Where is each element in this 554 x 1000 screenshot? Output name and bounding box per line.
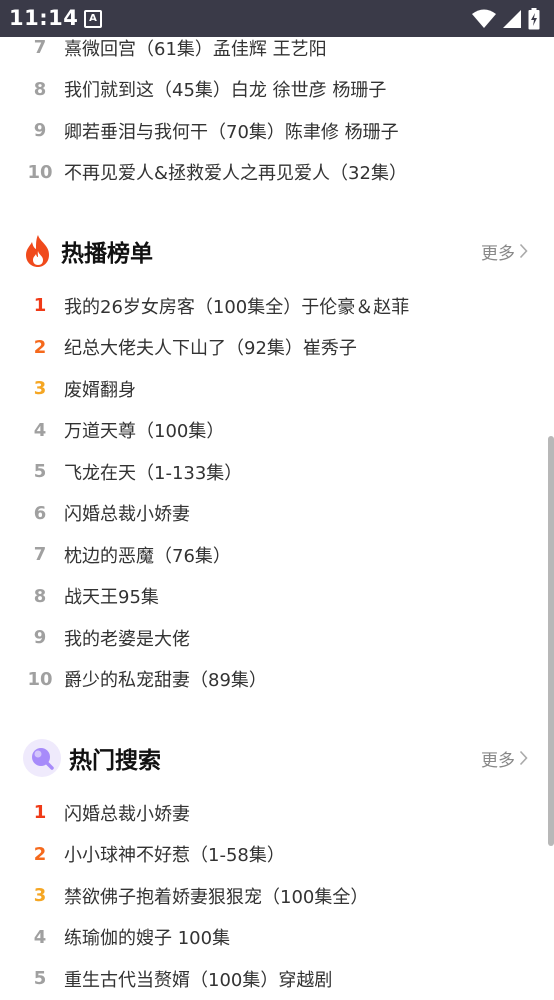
section-title: 热播榜单: [61, 241, 153, 267]
section-title: 热门搜索: [69, 748, 161, 774]
list-item[interactable]: 5 飞龙在天（1-133集）: [0, 451, 554, 493]
search-bubble-icon: [22, 738, 62, 778]
list-item[interactable]: 4 练瑜伽的嫂子 100集: [0, 917, 554, 959]
drama-title: 枕边的恶魔（76集）: [64, 545, 231, 567]
rank-number: 10: [27, 668, 53, 690]
list-item[interactable]: 4 万道天尊（100集）: [0, 410, 554, 452]
drama-title: 闪婚总裁小娇妻: [64, 504, 190, 526]
list-item[interactable]: 2 纪总大佬夫人下山了（92集）崔秀子: [0, 327, 554, 369]
drama-title: 爵少的私宠甜妻（89集）: [64, 670, 267, 692]
rank-number: 1: [33, 802, 47, 824]
rank-number: 5: [33, 461, 47, 483]
list-item[interactable]: 7 枕边的恶魔（76集）: [0, 534, 554, 576]
chevron-right-icon: [519, 750, 528, 766]
drama-title: 战天王95集: [64, 587, 159, 609]
chevron-right-icon: [519, 243, 528, 259]
signal-icon: [503, 10, 521, 28]
list-item[interactable]: 6 闪婚总裁小娇妻: [0, 493, 554, 535]
list-item[interactable]: 1 我的26岁女房客（100集全）于伦豪＆赵菲: [0, 285, 554, 327]
rank-number: 3: [33, 885, 47, 907]
drama-title: 万道天尊（100集）: [64, 421, 225, 443]
drama-title: 禁欲佛子抱着娇妻狠狠宠（100集全）: [64, 886, 369, 908]
wifi-icon: [472, 9, 496, 28]
rank-number: 9: [33, 120, 47, 142]
list-item[interactable]: 3 废婿翻身: [0, 368, 554, 410]
rank-number: 4: [33, 926, 47, 948]
notification-icon: A: [84, 10, 102, 28]
drama-title: 飞龙在天（1-133集）: [64, 462, 243, 484]
rank-number: 2: [33, 336, 47, 358]
hot-play-list: 1 我的26岁女房客（100集全）于伦豪＆赵菲 2 纪总大佬夫人下山了（92集）…: [0, 285, 554, 700]
drama-title: 重生古代当赘婿（100集）穿越剧: [64, 969, 333, 991]
rank-number: 4: [33, 419, 47, 441]
rank-number: 2: [33, 843, 47, 865]
drama-title: 废婿翻身: [64, 379, 136, 401]
drama-title: 我们就到这（45集）白龙 徐世彦 杨珊子: [64, 80, 387, 102]
drama-title: 我的老婆是大佬: [64, 628, 190, 650]
rank-number: 3: [33, 378, 47, 400]
rank-number: 7: [33, 37, 47, 59]
list-item[interactable]: 10 爵少的私宠甜妻（89集）: [0, 659, 554, 701]
hot-play-header: 热播榜单 更多: [0, 217, 554, 285]
rank-number: 8: [33, 585, 47, 607]
status-icons: [472, 8, 540, 30]
drama-title: 不再见爱人&拯救爱人之再见爱人（32集）: [64, 163, 407, 185]
more-label: 更多: [481, 750, 515, 771]
content-area: 7 熹微回宫（61集）孟佳辉 王艺阳 8 我们就到这（45集）白龙 徐世彦 杨珊…: [0, 37, 554, 1000]
scrollbar[interactable]: [548, 436, 554, 846]
more-label: 更多: [481, 243, 515, 264]
rank-number: 9: [33, 627, 47, 649]
list-item[interactable]: 2 小小球神不好惹（1-58集）: [0, 834, 554, 876]
status-bar: 11:14 A: [0, 0, 554, 37]
drama-title: 闪婚总裁小娇妻: [64, 803, 190, 825]
drama-title: 熹微回宫（61集）孟佳辉 王艺阳: [64, 38, 327, 60]
drama-title: 卿若垂泪与我何干（70集）陈聿修 杨珊子: [64, 121, 399, 143]
rank-number: 10: [27, 161, 53, 183]
status-time: 11:14: [9, 6, 79, 30]
hot-search-more-link[interactable]: 更多: [481, 746, 528, 771]
list-item[interactable]: 8 战天王95集: [0, 576, 554, 618]
rank-number: 7: [33, 544, 47, 566]
rank-number: 1: [33, 295, 47, 317]
top-rank-list: 7 熹微回宫（61集）孟佳辉 王艺阳 8 我们就到这（45集）白龙 徐世彦 杨珊…: [0, 27, 554, 193]
drama-title: 我的26岁女房客（100集全）于伦豪＆赵菲: [64, 296, 410, 318]
list-item[interactable]: 10 不再见爱人&拯救爱人之再见爱人（32集）: [0, 152, 554, 194]
list-item[interactable]: 9 我的老婆是大佬: [0, 617, 554, 659]
hot-play-more-link[interactable]: 更多: [481, 239, 528, 264]
list-item[interactable]: 3 禁欲佛子抱着娇妻狠狠宠（100集全）: [0, 875, 554, 917]
drama-title: 纪总大佬夫人下山了（92集）崔秀子: [64, 338, 357, 360]
hot-search-list: 1 闪婚总裁小娇妻 2 小小球神不好惹（1-58集） 3 禁欲佛子抱着娇妻狠狠宠…: [0, 792, 554, 1000]
list-item[interactable]: 1 闪婚总裁小娇妻: [0, 792, 554, 834]
list-item[interactable]: 5 重生古代当赘婿（100集）穿越剧: [0, 958, 554, 1000]
fire-icon: [22, 234, 54, 268]
drama-title: 练瑜伽的嫂子 100集: [64, 928, 231, 950]
list-item[interactable]: 9 卿若垂泪与我何干（70集）陈聿修 杨珊子: [0, 110, 554, 152]
battery-icon: [528, 8, 540, 30]
drama-title: 小小球神不好惹（1-58集）: [64, 845, 285, 867]
hot-search-header: 热门搜索 更多: [0, 724, 554, 792]
rank-number: 5: [33, 968, 47, 990]
list-item[interactable]: 8 我们就到这（45集）白龙 徐世彦 杨珊子: [0, 69, 554, 111]
rank-number: 6: [33, 502, 47, 524]
rank-number: 8: [33, 78, 47, 100]
